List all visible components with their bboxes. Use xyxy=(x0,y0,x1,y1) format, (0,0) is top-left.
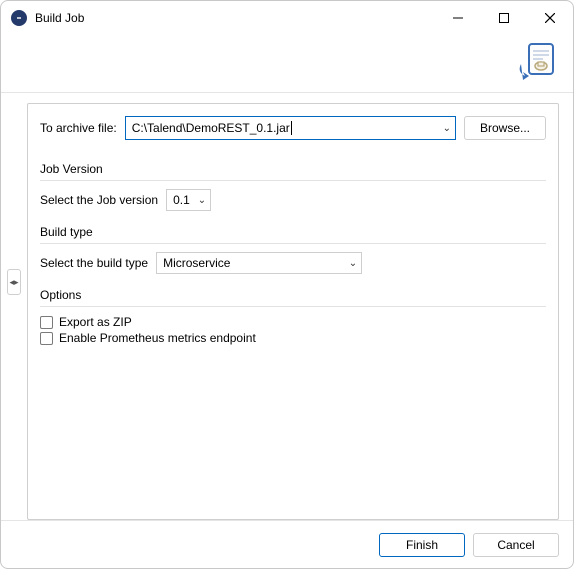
job-version-label: Select the Job version xyxy=(40,193,158,207)
export-zip-option[interactable]: Export as ZIP xyxy=(40,315,546,329)
content-area: ◂ ▸ To archive file: C:\Talend\DemoREST_… xyxy=(1,93,573,520)
app-icon xyxy=(11,10,27,26)
export-zip-label: Export as ZIP xyxy=(59,315,132,329)
chevron-down-icon: ⌄ xyxy=(443,123,451,134)
job-version-select[interactable]: 0.1 ⌄ xyxy=(166,189,211,211)
job-version-title: Job Version xyxy=(40,162,546,176)
collapse-handle[interactable]: ◂ ▸ xyxy=(7,269,21,295)
footer: Finish Cancel xyxy=(1,520,573,568)
window-buttons xyxy=(435,1,573,35)
build-type-value: Microservice xyxy=(163,256,230,270)
chevron-down-icon: ⌄ xyxy=(349,258,357,269)
titlebar: Build Job xyxy=(1,1,573,35)
export-archive-icon xyxy=(515,42,559,86)
divider xyxy=(40,180,546,181)
build-type-group: Build type Select the build type Microse… xyxy=(40,225,546,274)
maximize-button[interactable] xyxy=(481,1,527,35)
cancel-button[interactable]: Cancel xyxy=(473,533,559,557)
prometheus-label: Enable Prometheus metrics endpoint xyxy=(59,331,256,345)
build-type-label: Select the build type xyxy=(40,256,148,270)
chevron-right-icon: ▸ xyxy=(14,278,19,287)
minimize-button[interactable] xyxy=(435,1,481,35)
archive-label: To archive file: xyxy=(40,121,117,135)
browse-button[interactable]: Browse... xyxy=(464,116,546,140)
banner xyxy=(1,35,573,93)
build-type-title: Build type xyxy=(40,225,546,239)
prometheus-checkbox[interactable] xyxy=(40,332,53,345)
archive-path-combo[interactable]: C:\Talend\DemoREST_0.1.jar ⌄ xyxy=(125,116,456,140)
job-version-group: Job Version Select the Job version 0.1 ⌄ xyxy=(40,162,546,211)
archive-row: To archive file: C:\Talend\DemoREST_0.1.… xyxy=(40,116,546,140)
prometheus-option[interactable]: Enable Prometheus metrics endpoint xyxy=(40,331,546,345)
text-cursor xyxy=(291,121,292,135)
finish-button[interactable]: Finish xyxy=(379,533,465,557)
build-type-select[interactable]: Microservice ⌄ xyxy=(156,252,362,274)
options-title: Options xyxy=(40,288,546,302)
export-zip-checkbox[interactable] xyxy=(40,316,53,329)
archive-path-value: C:\Talend\DemoREST_0.1.jar xyxy=(132,121,443,136)
chevron-down-icon: ⌄ xyxy=(198,195,206,206)
close-button[interactable] xyxy=(527,1,573,35)
divider xyxy=(40,243,546,244)
options-group: Options Export as ZIP Enable Prometheus … xyxy=(40,288,546,345)
divider xyxy=(40,306,546,307)
job-version-value: 0.1 xyxy=(173,193,190,207)
window-title: Build Job xyxy=(35,11,435,25)
main-panel: To archive file: C:\Talend\DemoREST_0.1.… xyxy=(27,103,559,520)
